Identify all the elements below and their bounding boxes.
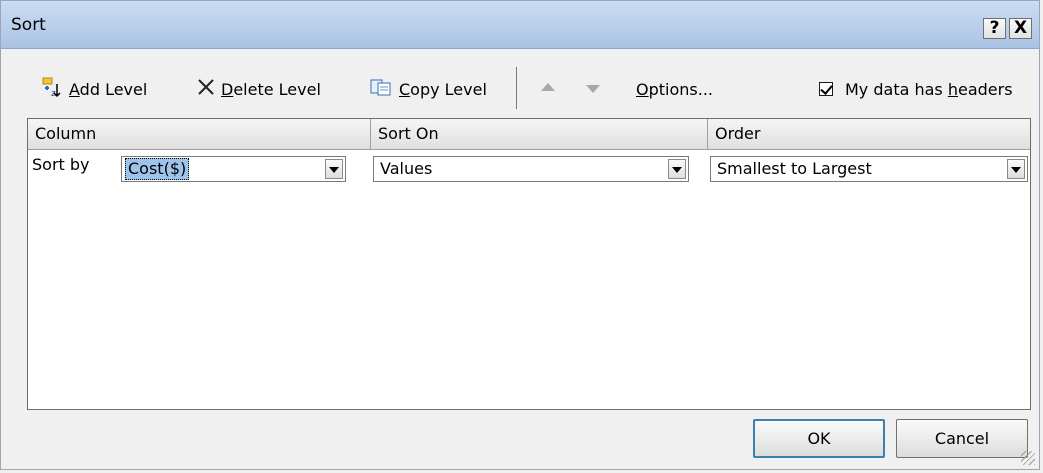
add-level-button[interactable]: z Add Level — [41, 75, 147, 103]
add-level-accel: A — [69, 79, 80, 99]
delete-level-rest: elete Level — [233, 79, 321, 99]
copy-level-button[interactable]: Copy Level — [369, 75, 487, 103]
cancel-button[interactable]: Cancel — [896, 419, 1028, 458]
sort-on-select[interactable]: Values — [373, 156, 689, 182]
move-up-icon[interactable] — [541, 83, 555, 91]
sort-dialog: Sort ? X z Add Level Delete Level Copy L… — [0, 0, 1040, 470]
copy-level-label: Copy Level — [399, 80, 487, 99]
options-accel: O — [636, 79, 649, 99]
order-header: Order — [708, 119, 1030, 149]
copy-level-accel: C — [399, 79, 411, 99]
x-icon — [197, 78, 215, 100]
move-down-icon[interactable] — [586, 85, 600, 93]
delete-level-accel: D — [221, 79, 234, 99]
headers-prefix: My data has — [845, 79, 948, 99]
column-header: Column — [28, 119, 371, 149]
sort-on-header: Sort On — [371, 119, 708, 149]
column-select[interactable]: Cost($) — [121, 156, 346, 182]
ok-button[interactable]: OK — [753, 419, 885, 458]
delete-level-button[interactable]: Delete Level — [197, 75, 321, 103]
headers-checkbox[interactable] — [819, 82, 833, 96]
chevron-down-icon[interactable] — [325, 159, 343, 179]
headers-checkbox-control[interactable]: My data has headers — [819, 75, 1013, 103]
toolbar-separator — [516, 67, 517, 109]
chevron-down-icon[interactable] — [668, 159, 686, 179]
options-label: Options... — [636, 80, 713, 99]
title-bar[interactable]: Sort ? X — [1, 1, 1039, 49]
delete-level-label: Delete Level — [221, 80, 321, 99]
chevron-down-icon[interactable] — [1007, 159, 1025, 179]
add-level-rest: dd Level — [79, 79, 148, 99]
add-level-label: Add Level — [69, 80, 147, 99]
headers-accel: h — [947, 79, 958, 99]
add-level-icon: z — [41, 76, 63, 102]
order-select[interactable]: Smallest to Largest — [710, 156, 1028, 182]
headers-label: My data has headers — [845, 80, 1013, 99]
headers-rest: eaders — [958, 79, 1013, 99]
close-button[interactable]: X — [1009, 18, 1032, 39]
grid-header: Column Sort On Order — [28, 119, 1030, 150]
column-select-value: Cost($) — [125, 158, 190, 180]
copy-icon — [369, 77, 393, 101]
sort-on-select-value: Values — [380, 159, 433, 178]
sort-levels-grid: Column Sort On Order Sort by Cost($) Val… — [27, 118, 1031, 410]
sort-by-label: Sort by — [32, 155, 90, 174]
options-button[interactable]: Options... — [636, 75, 713, 103]
order-select-value: Smallest to Largest — [717, 159, 872, 178]
help-button[interactable]: ? — [983, 18, 1006, 39]
sort-level-row[interactable]: Sort by Cost($) Values Smallest to Large… — [28, 150, 1030, 190]
resize-grip[interactable] — [1021, 451, 1035, 465]
dialog-title: Sort — [11, 15, 46, 35]
options-rest: ptions... — [648, 79, 713, 99]
copy-level-rest: opy Level — [410, 79, 487, 99]
